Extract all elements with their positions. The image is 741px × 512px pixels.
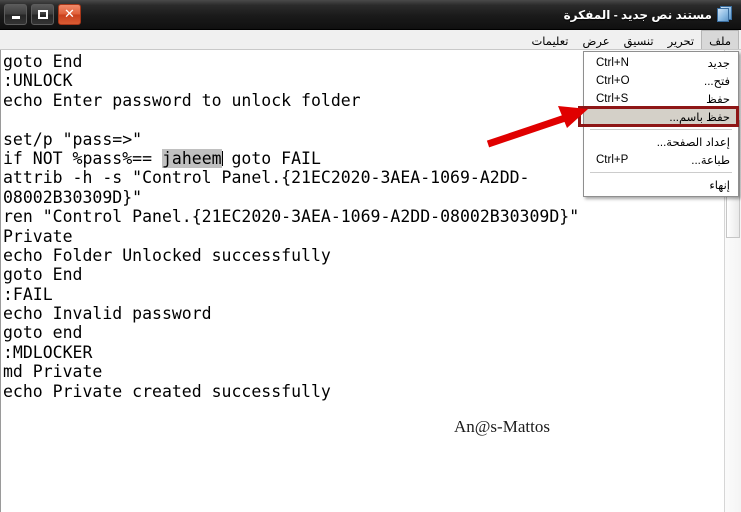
file-menu-item-shortcut: Ctrl+P xyxy=(596,154,629,166)
editor-line: Private xyxy=(3,226,73,246)
title-bar[interactable]: مستند نص جديد - المفكرة ✕ xyxy=(0,0,741,30)
menu-item-format[interactable]: تنسيق xyxy=(617,30,661,49)
selected-text: jaheem xyxy=(161,148,222,168)
file-menu-item-shortcut: Ctrl+O xyxy=(596,75,630,87)
editor-line: md Private xyxy=(3,362,103,382)
editor-line: goto End xyxy=(3,265,83,285)
file-menu-item-shortcut: Ctrl+S xyxy=(596,93,629,105)
file-menu-item-6[interactable]: طباعة... Ctrl+P xyxy=(584,151,738,169)
menu-separator xyxy=(590,172,732,173)
file-menu-item-2[interactable]: فتح... Ctrl+O xyxy=(584,72,738,90)
menu-item-file-label: ملف xyxy=(709,36,731,48)
file-menu-item-shortcut: Ctrl+N xyxy=(596,57,629,69)
menu-item-help[interactable]: تعليمات xyxy=(524,30,575,49)
file-dropdown-menu: جديد Ctrl+N فتح... Ctrl+O حفظ Ctrl+S حفظ باسم.… xyxy=(583,51,739,197)
menu-bar: ملف تحرير تنسيق عرض تعليمات xyxy=(0,30,741,50)
window-title: مستند نص جديد - المفكرة xyxy=(563,7,712,22)
maximize-icon xyxy=(37,10,48,19)
file-menu-item-label: جديد xyxy=(707,58,730,70)
file-menu-item-label: فتح... xyxy=(704,76,730,88)
menu-item-help-label: تعليمات xyxy=(531,35,569,48)
file-menu-item-label: إنهاء xyxy=(709,180,730,192)
notepad-document-icon xyxy=(717,6,734,23)
minimize-button[interactable] xyxy=(4,4,27,25)
editor-line: ren "Control Panel.{21EC2020-3AEA-1069-A… xyxy=(3,207,580,227)
editor-line-text: goto FAIL xyxy=(221,148,321,168)
menu-separator xyxy=(590,129,732,130)
watermark: An@s-Mattos xyxy=(454,417,550,436)
editor-line: echo Private created successfully xyxy=(3,381,331,401)
file-menu-item-label: إعداد الصفحة... xyxy=(656,137,730,149)
file-menu-item-4[interactable]: حفظ باسم... xyxy=(584,108,738,126)
window-controls: ✕ xyxy=(4,4,81,25)
menu-item-format-label: تنسيق xyxy=(623,35,654,48)
file-menu-item-label: طباعة... xyxy=(691,155,730,167)
close-icon: ✕ xyxy=(64,7,75,22)
editor-line: :MDLOCKER xyxy=(3,342,93,362)
menu-item-view-label: عرض xyxy=(582,35,610,48)
editor-line: :FAIL xyxy=(3,284,53,304)
menu-item-edit-label: تحرير xyxy=(667,35,695,48)
editor-line: goto end xyxy=(3,323,83,343)
file-menu-item-7[interactable]: إنهاء xyxy=(584,176,738,194)
file-menu-item-label: حفظ xyxy=(706,94,730,106)
file-menu-item-label: حفظ باسم... xyxy=(669,112,730,124)
menu-item-view[interactable]: عرض xyxy=(575,30,616,49)
minimize-icon xyxy=(11,16,20,19)
file-menu-item-3[interactable]: حفظ Ctrl+S xyxy=(584,90,738,108)
file-menu-item-1[interactable]: جديد Ctrl+N xyxy=(584,54,738,72)
menu-item-file[interactable]: ملف xyxy=(701,30,739,49)
close-button[interactable]: ✕ xyxy=(58,4,81,25)
maximize-button[interactable] xyxy=(31,4,54,25)
file-menu-item-5[interactable]: إعداد الصفحة... xyxy=(584,133,738,151)
editor-line-text: if NOT %pass%== xyxy=(3,148,162,168)
editor-line: echo Folder Unlocked successfully xyxy=(3,245,331,265)
menu-item-edit[interactable]: تحرير xyxy=(661,30,702,49)
notepad-window: مستند نص جديد - المفكرة ✕ ملف تحرير تنسي… xyxy=(0,0,741,512)
editor-line: echo Invalid password xyxy=(3,304,212,324)
